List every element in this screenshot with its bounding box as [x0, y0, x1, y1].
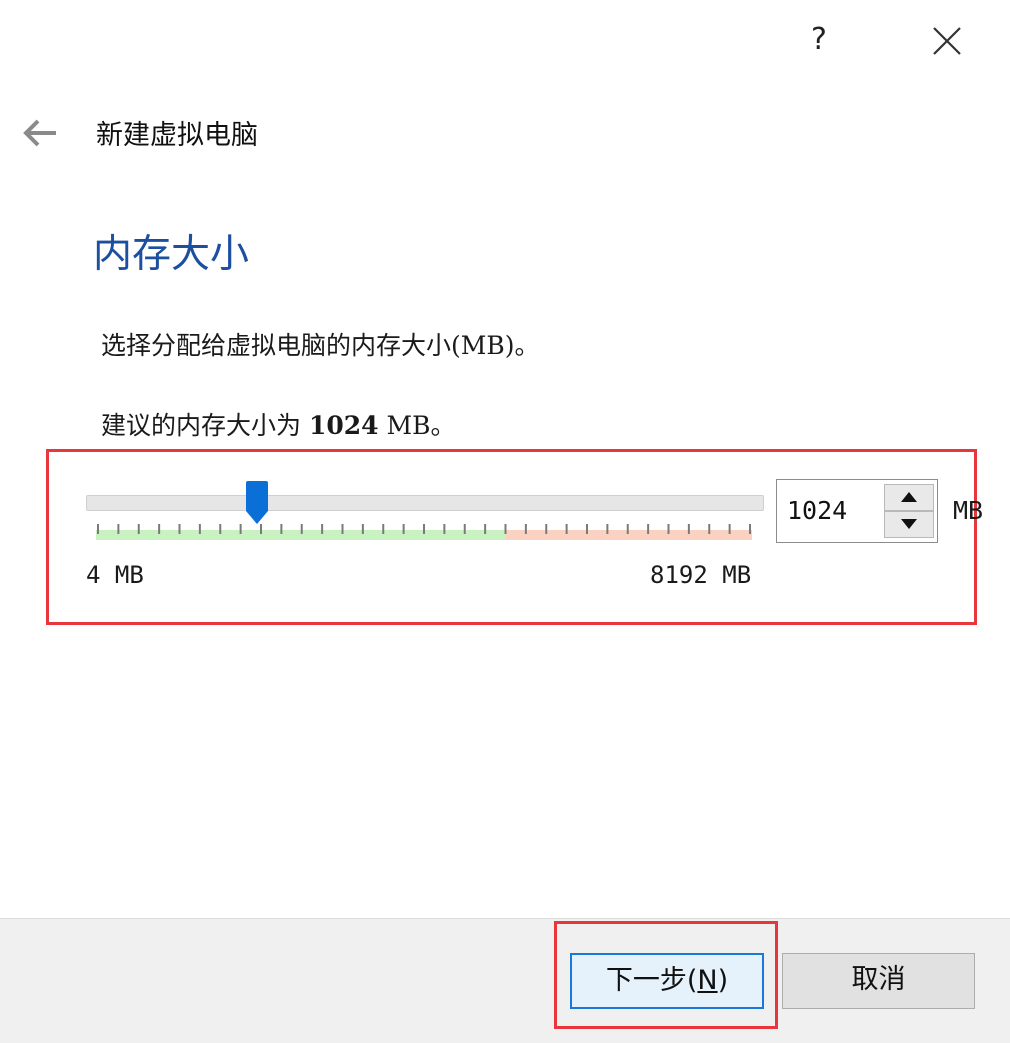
triangle-down-icon	[901, 519, 917, 529]
new-vm-wizard: ? 新建虚拟电脑 内存大小 选择分配给虚拟电脑的内存大小(MB)。 建议的内存大…	[0, 0, 1010, 1043]
spin-up-button[interactable]	[884, 484, 934, 511]
recommend-prefix: 建议的内存大小为	[101, 411, 309, 440]
slider-handle[interactable]	[245, 481, 269, 525]
next-button[interactable]: 下一步(N)	[570, 953, 764, 1009]
slider-groove[interactable]	[86, 495, 764, 511]
page-heading: 内存大小	[93, 232, 250, 277]
cancel-button[interactable]: 取消	[782, 953, 975, 1009]
help-button[interactable]: ?	[811, 20, 827, 60]
slider-min-label: 4 MB	[86, 561, 144, 589]
triangle-up-icon	[901, 492, 917, 502]
slider-band-warn	[506, 530, 752, 540]
close-icon[interactable]	[930, 24, 964, 58]
back-arrow-icon[interactable]	[20, 116, 60, 150]
recommend-suffix: MB。	[378, 411, 456, 440]
wizard-title: 新建虚拟电脑	[96, 120, 258, 151]
slider-ticks	[96, 524, 752, 540]
spin-down-button[interactable]	[884, 511, 934, 538]
next-suffix: )	[717, 965, 729, 996]
memory-spinbox[interactable]: 1024	[776, 479, 938, 543]
memory-unit-label: MB	[953, 496, 984, 525]
memory-spinbox-value[interactable]: 1024	[787, 494, 847, 528]
next-mnemonic: N	[697, 965, 718, 996]
memory-description: 选择分配给虚拟电脑的内存大小(MB)。	[101, 331, 540, 360]
recommended-memory: 建议的内存大小为 1024 MB。	[101, 408, 455, 444]
next-label: 下一步(	[605, 965, 698, 996]
recommend-value: 1024	[308, 411, 379, 440]
slider-max-label: 8192 MB	[650, 561, 752, 589]
